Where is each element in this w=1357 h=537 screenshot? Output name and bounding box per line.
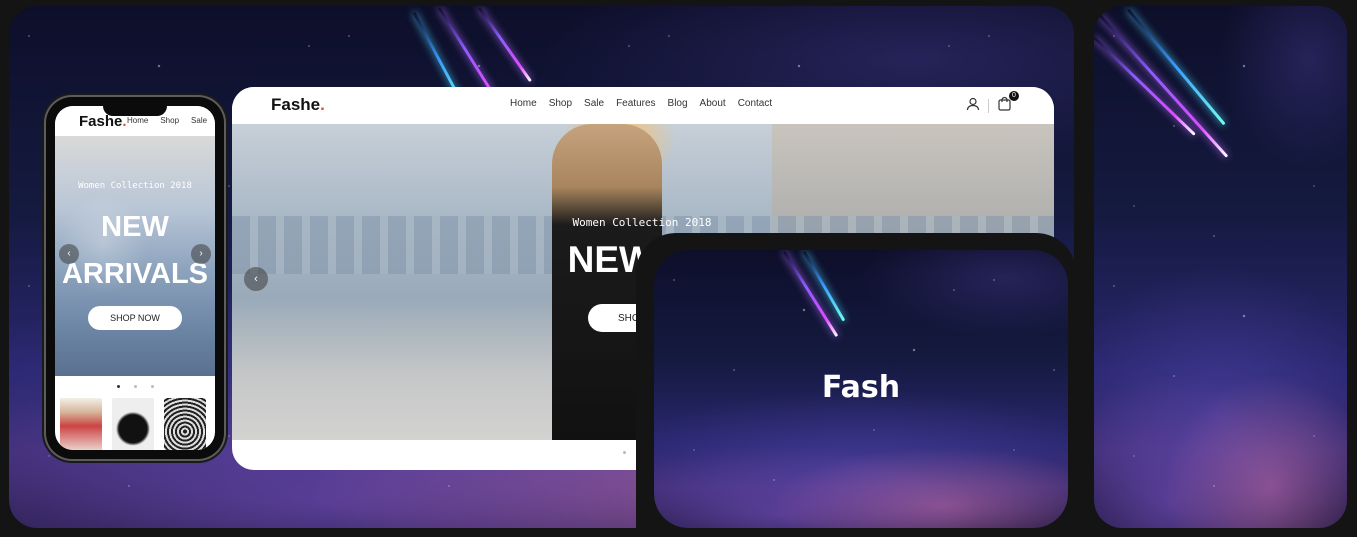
desktop-logo[interactable]: Fashe. bbox=[271, 95, 325, 115]
nav-blog[interactable]: Blog bbox=[668, 98, 688, 109]
nav-contact[interactable]: Contact bbox=[738, 98, 772, 109]
desktop-header: Fashe. Home Shop Sale Features Blog Abou… bbox=[232, 87, 1054, 124]
logo-dot: . bbox=[320, 95, 325, 114]
divider bbox=[988, 99, 989, 113]
nav-about[interactable]: About bbox=[700, 98, 726, 109]
phone-screen: Fashe. Home Shop Sale Women Collection 2… bbox=[55, 106, 215, 450]
slider-dot[interactable] bbox=[150, 385, 154, 388]
nav-sale[interactable]: Sale bbox=[584, 98, 604, 109]
user-icon[interactable] bbox=[966, 97, 980, 116]
logo-text: Fashe bbox=[271, 95, 321, 114]
hero-subtitle: Women Collection 2018 bbox=[78, 181, 192, 191]
nav-home[interactable]: Home bbox=[510, 98, 537, 109]
desktop-nav: Home Shop Sale Features Blog About Conta… bbox=[510, 98, 772, 109]
mobile-nav: Home Shop Sale bbox=[127, 116, 207, 125]
product-row bbox=[60, 398, 206, 450]
slider-dots bbox=[55, 385, 215, 388]
slider-dot[interactable] bbox=[116, 385, 120, 388]
cart-icon[interactable]: 0 bbox=[997, 91, 1019, 116]
cart-count-badge: 0 bbox=[1009, 91, 1019, 101]
mobile-hero-slide: Women Collection 2018 NEW ARRIVALS ‹ › S… bbox=[55, 136, 215, 376]
slider-prev-button[interactable]: ‹ bbox=[59, 244, 79, 264]
nav-home[interactable]: Home bbox=[127, 116, 148, 125]
slider-next-button[interactable]: › bbox=[191, 244, 211, 264]
product-thumbnail-bag[interactable] bbox=[164, 398, 206, 450]
nav-shop[interactable]: Shop bbox=[549, 98, 572, 109]
slider-dot[interactable] bbox=[133, 385, 137, 388]
overlay-card: Fash bbox=[654, 250, 1068, 528]
product-thumbnail-dress[interactable] bbox=[60, 398, 102, 450]
side-space-background bbox=[1094, 6, 1347, 528]
slider-dot[interactable] bbox=[623, 451, 626, 454]
phone-notch bbox=[103, 106, 167, 116]
product-thumbnail-watch[interactable] bbox=[112, 398, 154, 450]
nav-shop[interactable]: Shop bbox=[160, 116, 179, 125]
hero-title-line1: NEW bbox=[101, 211, 169, 243]
slider-prev-button[interactable]: ‹ bbox=[244, 267, 268, 291]
shop-now-button[interactable]: SHOP NOW bbox=[88, 306, 182, 330]
overlay-card-title: Fash bbox=[821, 370, 901, 405]
hero-subtitle: Women Collection 2018 bbox=[572, 216, 712, 229]
phone-mockup: Fashe. Home Shop Sale Women Collection 2… bbox=[46, 97, 224, 459]
nav-features[interactable]: Features bbox=[616, 98, 655, 109]
stars bbox=[1094, 6, 1347, 528]
nav-sale[interactable]: Sale bbox=[191, 116, 207, 125]
header-icons: 0 bbox=[966, 91, 1019, 116]
